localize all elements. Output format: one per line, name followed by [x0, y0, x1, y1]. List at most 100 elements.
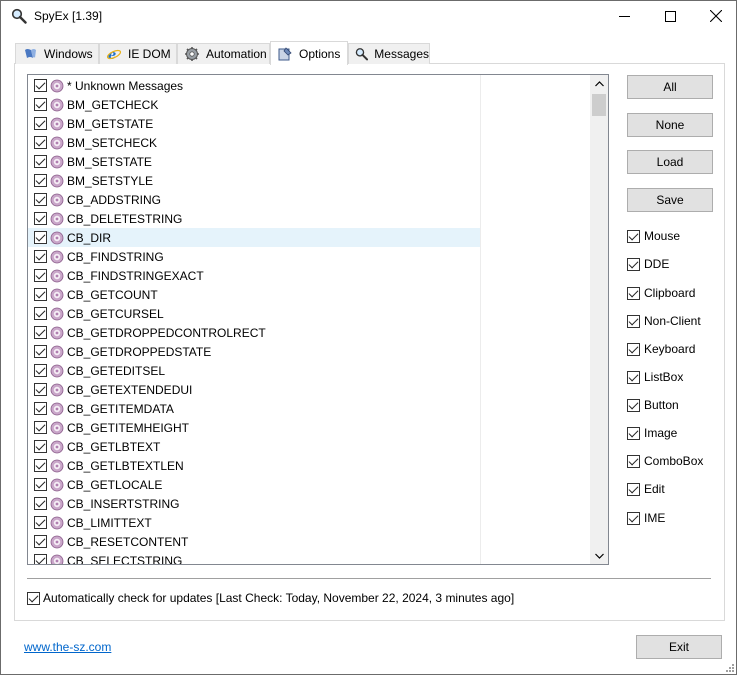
message-checkbox[interactable] — [34, 383, 47, 396]
filter-label: ListBox — [644, 370, 684, 384]
message-checkbox[interactable] — [34, 497, 47, 510]
windows-tab-icon — [25, 49, 36, 58]
message-checkbox[interactable] — [34, 250, 47, 263]
list-item[interactable]: BM_GETSTATE — [28, 114, 481, 133]
list-item[interactable]: CB_GETCURSEL — [28, 304, 481, 323]
list-item[interactable]: BM_SETSTYLE — [28, 171, 481, 190]
message-checkbox[interactable] — [34, 364, 47, 377]
scroll-up-button[interactable] — [590, 75, 608, 92]
website-link[interactable]: www.the-sz.com — [24, 640, 111, 654]
filter-check[interactable] — [627, 426, 640, 440]
filter-check[interactable] — [627, 342, 640, 356]
filter-check[interactable] — [627, 511, 640, 525]
message-checkbox[interactable] — [34, 326, 47, 339]
message-checkbox[interactable] — [34, 79, 47, 92]
list-item[interactable]: CB_FINDSTRING — [28, 247, 481, 266]
filter-check[interactable] — [627, 229, 640, 243]
message-checkbox[interactable] — [34, 269, 47, 282]
title-bar[interactable]: SpyEx [1.39] — [1, 1, 736, 31]
message-checkbox[interactable] — [34, 421, 47, 434]
filter-check[interactable] — [627, 257, 640, 271]
list-item[interactable]: CB_LIMITTEXT — [28, 513, 481, 532]
tab-options[interactable]: Options — [270, 41, 348, 65]
message-checkbox[interactable] — [34, 174, 47, 187]
save-button[interactable]: Save — [627, 188, 713, 212]
tab-windows[interactable]: Windows — [15, 43, 99, 64]
load-button[interactable]: Load — [627, 150, 713, 174]
list-item[interactable]: CB_ADDSTRING — [28, 190, 481, 209]
filter-check[interactable] — [627, 286, 640, 300]
filter-listbox-checkbox[interactable]: ListBox — [627, 368, 683, 386]
filter-mouse-checkbox[interactable]: Mouse — [627, 227, 680, 245]
list-item[interactable]: BM_GETCHECK — [28, 95, 481, 114]
list-item[interactable]: BM_SETSTATE — [28, 152, 481, 171]
list-item[interactable]: CB_GETEDITSEL — [28, 361, 481, 380]
message-checkbox[interactable] — [34, 402, 47, 415]
list-item[interactable]: CB_GETCOUNT — [28, 285, 481, 304]
filter-non-client-checkbox[interactable]: Non-Client — [627, 312, 701, 330]
list-item[interactable]: CB_FINDSTRINGEXACT — [28, 266, 481, 285]
message-checkbox[interactable] — [34, 193, 47, 206]
filter-dde-checkbox[interactable]: DDE — [627, 255, 669, 273]
list-item[interactable]: CB_GETLBTEXT — [28, 437, 481, 456]
message-checkbox[interactable] — [34, 155, 47, 168]
list-item[interactable]: CB_GETDROPPEDSTATE — [28, 342, 481, 361]
list-item[interactable]: CB_GETITEMDATA — [28, 399, 481, 418]
message-checkbox[interactable] — [34, 288, 47, 301]
none-button[interactable]: None — [627, 113, 713, 137]
message-checkbox[interactable] — [34, 516, 47, 529]
message-checkbox[interactable] — [34, 554, 47, 564]
filter-keyboard-checkbox[interactable]: Keyboard — [627, 340, 695, 358]
list-item[interactable]: * Unknown Messages — [28, 76, 481, 95]
message-checkbox[interactable] — [34, 136, 47, 149]
filter-edit-checkbox[interactable]: Edit — [627, 480, 665, 498]
scroll-thumb[interactable] — [592, 94, 606, 116]
filter-clipboard-checkbox[interactable]: Clipboard — [627, 284, 695, 302]
filter-check[interactable] — [627, 398, 640, 412]
message-checkbox[interactable] — [34, 345, 47, 358]
message-checkbox[interactable] — [34, 117, 47, 130]
all-button[interactable]: All — [627, 75, 713, 99]
tab-ie-dom[interactable]: e IE DOM — [99, 43, 177, 64]
filter-ime-checkbox[interactable]: IME — [627, 509, 665, 527]
list-item[interactable]: BM_SETCHECK — [28, 133, 481, 152]
scroll-down-button[interactable] — [590, 547, 608, 564]
message-checkbox[interactable] — [34, 535, 47, 548]
message-type-icon — [50, 79, 64, 92]
close-button[interactable] — [693, 1, 737, 31]
list-item[interactable]: CB_GETLBTEXTLEN — [28, 456, 481, 475]
filter-button-checkbox[interactable]: Button — [627, 396, 679, 414]
maximize-button[interactable] — [647, 1, 693, 31]
list-item[interactable]: CB_GETEXTENDEDUI — [28, 380, 481, 399]
auto-update-checkbox[interactable]: Automatically check for updates [Last Ch… — [27, 591, 514, 605]
filter-check[interactable] — [627, 314, 640, 328]
list-item[interactable]: CB_DIR — [28, 228, 481, 247]
tab-messages[interactable]: Messages — [348, 43, 430, 64]
message-list[interactable]: * Unknown Messages BM_GETCHECK BM_GETSTATE… — [27, 74, 609, 565]
list-item[interactable]: CB_INSERTSTRING — [28, 494, 481, 513]
tab-automation[interactable]: Automation — [177, 43, 270, 64]
message-checkbox[interactable] — [34, 98, 47, 111]
message-checkbox[interactable] — [34, 478, 47, 491]
list-item[interactable]: CB_GETLOCALE — [28, 475, 481, 494]
filter-check[interactable] — [627, 454, 640, 468]
vertical-scrollbar[interactable] — [590, 75, 608, 564]
filter-image-checkbox[interactable]: Image — [627, 424, 677, 442]
message-checkbox[interactable] — [34, 459, 47, 472]
list-item[interactable]: CB_DELETESTRING — [28, 209, 481, 228]
message-checkbox[interactable] — [34, 231, 47, 244]
resize-grip-icon[interactable] — [723, 661, 735, 673]
list-item[interactable]: CB_SELECTSTRING — [28, 551, 481, 564]
list-item[interactable]: CB_GETITEMHEIGHT — [28, 418, 481, 437]
auto-update-check[interactable] — [27, 591, 40, 605]
list-item[interactable]: CB_RESETCONTENT — [28, 532, 481, 551]
message-checkbox[interactable] — [34, 212, 47, 225]
filter-check[interactable] — [627, 370, 640, 384]
list-item[interactable]: CB_GETDROPPEDCONTROLRECT — [28, 323, 481, 342]
message-checkbox[interactable] — [34, 307, 47, 320]
minimize-button[interactable] — [601, 1, 647, 31]
filter-check[interactable] — [627, 482, 640, 496]
message-checkbox[interactable] — [34, 440, 47, 453]
exit-button[interactable]: Exit — [636, 635, 722, 659]
filter-combobox-checkbox[interactable]: ComboBox — [627, 452, 703, 470]
